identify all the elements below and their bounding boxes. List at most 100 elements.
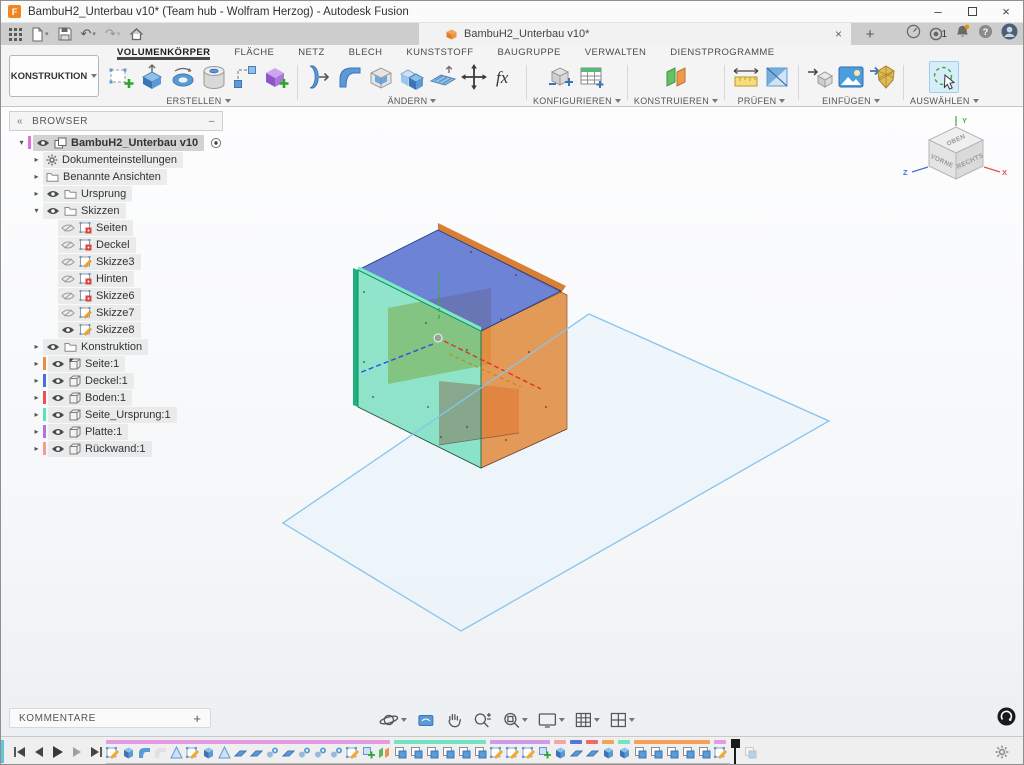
configuration-table-button[interactable] <box>577 61 607 93</box>
timeline-feature-tri[interactable] <box>216 746 232 760</box>
browser-item[interactable]: ▸ Benannte Ansichten <box>9 168 223 185</box>
section-analysis-button[interactable] <box>762 61 792 93</box>
expander-icon[interactable]: ▸ <box>30 444 43 453</box>
minimize-button[interactable]: – <box>921 1 955 23</box>
expander-icon[interactable]: ▸ <box>30 172 43 181</box>
activate-component-radio[interactable] <box>210 137 222 149</box>
extensions-gauge-icon[interactable] <box>906 24 921 44</box>
go-to-end-button[interactable] <box>90 746 103 758</box>
pattern-button[interactable] <box>230 61 260 93</box>
timeline-group-bar[interactable] <box>490 740 550 744</box>
expander-icon[interactable]: ▸ <box>30 189 43 198</box>
browser-item[interactable]: ▸ Deckel:1 <box>9 372 223 389</box>
panel-collapse-icon[interactable]: « <box>17 116 23 127</box>
combine-button[interactable] <box>397 61 427 93</box>
expander-icon[interactable]: ▾ <box>15 138 28 147</box>
timeline-feature-joint[interactable] <box>328 746 344 760</box>
browser-item-content[interactable]: Ursprung <box>43 185 133 202</box>
browser-item-content[interactable]: Skizze6 <box>58 287 141 304</box>
visibility-eye-icon[interactable] <box>51 410 65 420</box>
konstruktion-workspace-button[interactable]: KONSTRUKTION <box>9 55 99 97</box>
timeline-feature-pattern[interactable] <box>632 746 648 760</box>
play-button[interactable] <box>52 745 64 759</box>
group-dropdown-erstellen[interactable]: ERSTELLEN <box>166 94 231 106</box>
timeline-feature-slab[interactable] <box>280 746 296 760</box>
document-tab[interactable]: BambuH2_Unterbau v10* × <box>419 23 851 45</box>
timeline-feature-plane[interactable] <box>376 746 392 760</box>
expander-icon[interactable]: ▸ <box>30 376 43 385</box>
fillet-button[interactable] <box>335 61 365 93</box>
timeline-feature-sketch[interactable] <box>520 746 536 760</box>
browser-item-content[interactable]: Skizze7 <box>58 304 141 321</box>
timeline-feature-pattern[interactable] <box>424 746 440 760</box>
browser-item[interactable]: Skizze7 <box>9 304 223 321</box>
close-button[interactable]: × <box>989 1 1023 23</box>
insert-mesh-button[interactable] <box>867 61 897 93</box>
browser-item-content[interactable]: Boden:1 <box>48 389 132 406</box>
canvas-button[interactable] <box>836 61 866 93</box>
browser-item[interactable]: ▸ Seite:1 <box>9 355 223 372</box>
avatar[interactable] <box>1001 23 1018 45</box>
timeline-feature-pattern[interactable] <box>472 746 488 760</box>
ribbon-tab[interactable]: VOLUMENKÖRPER <box>117 45 210 60</box>
move-button[interactable] <box>459 61 489 93</box>
visibility-eye-icon[interactable] <box>51 427 65 437</box>
browser-item-content[interactable]: Seite_Ursprung:1 <box>48 406 177 423</box>
timeline-group-bar[interactable] <box>570 740 582 744</box>
step-forward-button[interactable] <box>72 746 82 758</box>
timeline-feature-joint[interactable] <box>264 746 280 760</box>
timeline-group-bar[interactable] <box>618 740 630 744</box>
browser-item[interactable]: ▸ Platte:1 <box>9 423 223 440</box>
construction-plane-button[interactable] <box>661 61 691 93</box>
visibility-eye-icon[interactable] <box>61 274 75 284</box>
browser-item-content[interactable]: Skizze3 <box>58 253 141 270</box>
timeline-settings-gear-icon[interactable] <box>995 745 1009 764</box>
timeline-feature-slab[interactable] <box>584 746 600 760</box>
hole-button[interactable] <box>199 61 229 93</box>
browser-item[interactable]: ▸ Konstruktion <box>9 338 223 355</box>
visibility-eye-icon[interactable] <box>61 223 75 233</box>
visibility-eye-icon[interactable] <box>51 359 65 369</box>
timeline-group-bar[interactable] <box>106 740 390 744</box>
browser-item-content[interactable]: Konstruktion <box>43 338 149 355</box>
expander-icon[interactable]: ▸ <box>30 155 43 164</box>
timeline-feature-extrude[interactable] <box>616 746 632 760</box>
group-dropdown-konfigurieren[interactable]: KONFIGURIEREN <box>533 94 621 106</box>
timeline-feature-ghostshape[interactable] <box>152 746 168 760</box>
offset-face-button[interactable] <box>428 61 458 93</box>
timeline-feature-newcomp[interactable] <box>360 746 376 760</box>
save-button[interactable] <box>58 27 72 41</box>
maximize-button[interactable] <box>955 1 989 23</box>
browser-item[interactable]: ▾ Skizzen <box>9 202 223 219</box>
timeline-track[interactable] <box>104 737 768 764</box>
help-icon[interactable]: ? <box>978 24 993 44</box>
select-button[interactable] <box>929 61 960 93</box>
parameters-button[interactable]: fx <box>490 61 520 93</box>
browser-item[interactable]: ▸ Seite_Ursprung:1 <box>9 406 223 423</box>
browser-item-content[interactable]: Platte:1 <box>48 423 129 440</box>
browser-item[interactable]: ▸ Ursprung <box>9 185 223 202</box>
pan-button[interactable] <box>445 711 463 729</box>
browser-item[interactable]: Skizze6 <box>9 287 223 304</box>
timeline-feature-extrude[interactable] <box>120 746 136 760</box>
zoom-button[interactable] <box>473 711 492 729</box>
timeline-feature-fillet[interactable] <box>136 746 152 760</box>
browser-item-content[interactable]: BambuH2_Unterbau v10 <box>33 134 205 151</box>
assistant-icon[interactable] <box>997 707 1016 731</box>
browser-item-content[interactable]: Deckel:1 <box>48 372 134 389</box>
expander-icon[interactable]: ▸ <box>30 393 43 402</box>
expander-icon[interactable]: ▸ <box>30 359 43 368</box>
browser-item-content[interactable]: Hinten <box>58 270 134 287</box>
create-form-button[interactable] <box>261 61 291 93</box>
notifications-bell-icon[interactable] <box>955 24 970 44</box>
visibility-eye-icon[interactable] <box>61 291 75 301</box>
visibility-eye-icon[interactable] <box>36 138 50 148</box>
browser-item-content[interactable]: Seiten <box>58 219 134 236</box>
browser-item-content[interactable]: Deckel <box>58 236 136 253</box>
timeline-group-bar[interactable] <box>714 740 726 744</box>
job-status-icon[interactable]: 1 <box>929 27 947 41</box>
extrude-button[interactable] <box>137 61 167 93</box>
timeline-feature-pattern[interactable] <box>456 746 472 760</box>
browser-item-content[interactable]: Skizze8 <box>58 321 141 338</box>
browser-item[interactable]: Deckel <box>9 236 223 253</box>
